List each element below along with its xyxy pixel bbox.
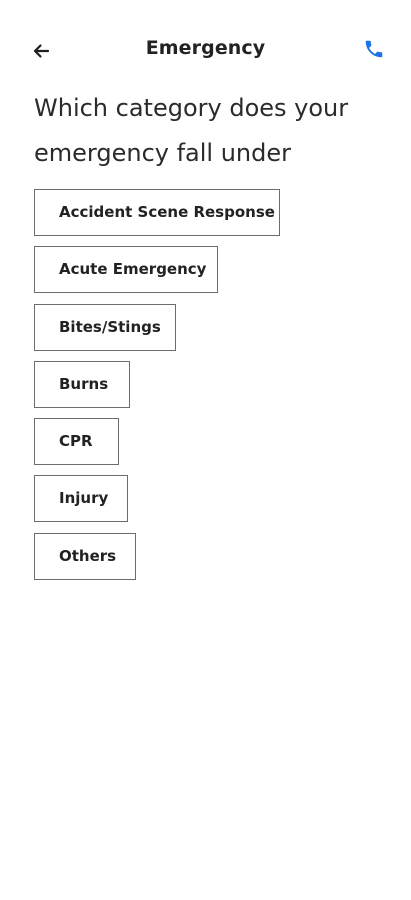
phone-icon	[363, 38, 385, 60]
category-bites-stings-button[interactable]: Bites/Stings	[34, 303, 176, 351]
category-burns-button[interactable]: Burns	[34, 360, 130, 408]
category-others-button[interactable]: Others	[34, 532, 136, 580]
category-accident-scene-response-button[interactable]: Accident Scene Response	[34, 189, 280, 236]
category-list: Accident Scene Response Acute Emergency …	[34, 189, 394, 590]
category-injury-button[interactable]: Injury	[34, 475, 128, 523]
category-acute-emergency-button[interactable]: Acute Emergency	[34, 246, 218, 294]
app-header: Emergency	[0, 0, 411, 96]
call-button[interactable]	[359, 34, 389, 64]
category-question: Which category does your emergency fall …	[34, 94, 349, 167]
category-cpr-button[interactable]: CPR	[34, 418, 119, 466]
page-title: Emergency	[145, 37, 266, 59]
